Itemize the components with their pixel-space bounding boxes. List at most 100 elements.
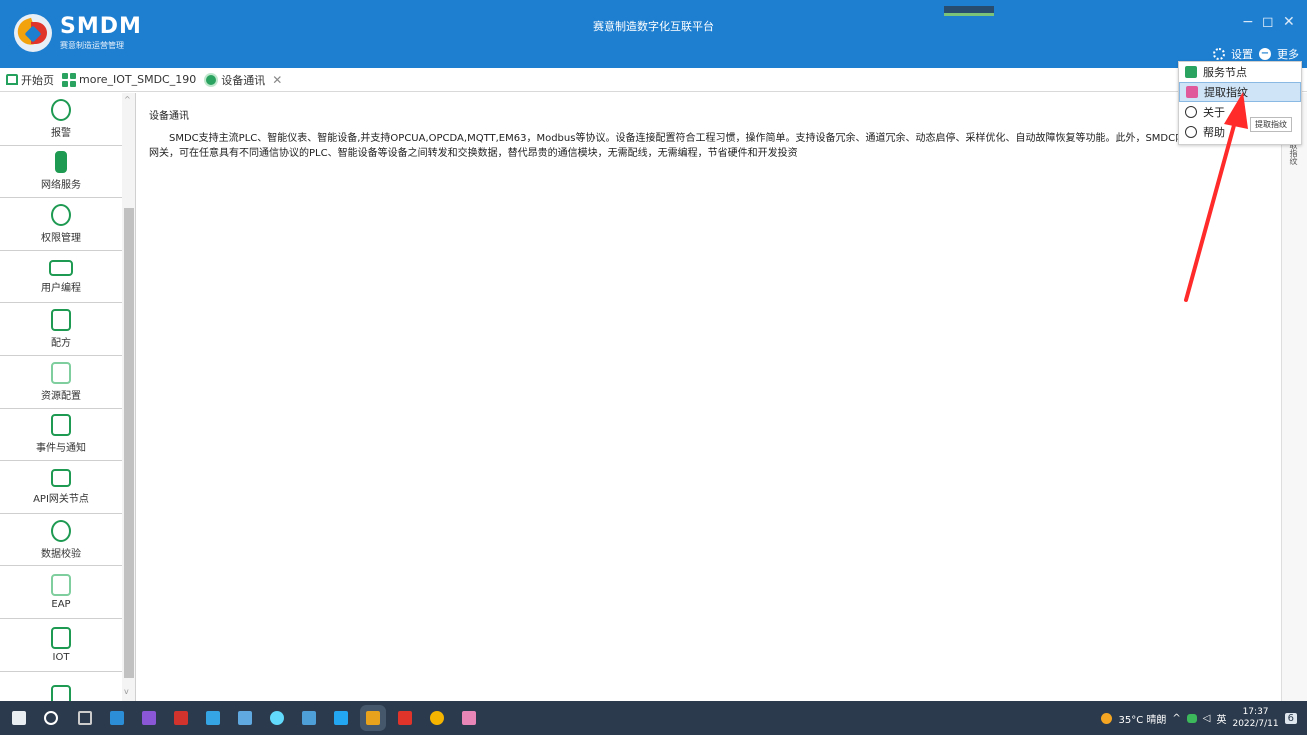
- ime-indicator[interactable]: 英: [1216, 711, 1226, 726]
- settings-button[interactable]: 设置: [1231, 46, 1253, 62]
- wps-icon[interactable]: [174, 711, 188, 725]
- menu-item-fingerprint[interactable]: 提取指纹: [1179, 82, 1301, 102]
- grid-icon: [62, 72, 76, 87]
- clock-date: 2022/7/11: [1232, 719, 1279, 729]
- tab-bar: 开始页 more_IOT_SMDC_190 设备通讯 ✕: [0, 68, 1307, 92]
- vscode-icon[interactable]: [334, 711, 348, 725]
- sidebar-item-resource-config[interactable]: 资源配置: [0, 356, 122, 409]
- recipe-icon: [51, 309, 71, 332]
- task-view-icon[interactable]: [78, 711, 92, 725]
- tab-device-comm[interactable]: 设备通讯 ✕: [204, 72, 282, 88]
- eap-icon: [51, 574, 71, 597]
- app-icon[interactable]: [398, 711, 412, 725]
- volume-icon[interactable]: ◁: [1203, 713, 1211, 724]
- menu-item-service-node[interactable]: 服务节点: [1179, 62, 1301, 82]
- sidebar-item-iot[interactable]: IOT: [0, 619, 122, 672]
- sidebar-item-api-gateway[interactable]: API网关节点: [0, 461, 122, 514]
- sidebar-item-robot[interactable]: [0, 672, 122, 701]
- home-icon: [6, 74, 18, 85]
- tab-start-page[interactable]: 开始页: [6, 72, 54, 88]
- logo-subtitle: 赛意制造运营管理: [60, 40, 124, 50]
- file-explorer-icon[interactable]: [110, 711, 124, 725]
- weather-icon: [1101, 712, 1113, 724]
- sidebar-item-label: EAP: [51, 599, 71, 611]
- close-icon[interactable]: ✕: [272, 73, 282, 87]
- fingerprint-icon: [1186, 86, 1198, 98]
- sidebar-item-label: IOT: [52, 651, 70, 663]
- sidebar-item-label: 网络服务: [41, 180, 81, 192]
- smdm-icon[interactable]: [366, 711, 380, 725]
- app-icon[interactable]: [462, 711, 476, 725]
- sidebar-item-label: 配方: [51, 338, 71, 350]
- robot-icon: [51, 685, 71, 701]
- tab-label: 设备通讯: [221, 73, 266, 87]
- tab-more-iot[interactable]: more_IOT_SMDC_190: [62, 72, 197, 87]
- menu-item-label: 关于: [1203, 106, 1225, 119]
- menu-item-label: 提取指纹: [1204, 86, 1248, 99]
- gear-icon[interactable]: [1213, 48, 1225, 60]
- settings-area: 设置 − 更多: [1213, 46, 1299, 62]
- restore-button[interactable]: ◻: [1262, 14, 1274, 30]
- scroll-down-icon[interactable]: v: [124, 687, 129, 696]
- info-icon: [1185, 106, 1197, 118]
- visual-studio-icon[interactable]: [142, 711, 156, 725]
- signal-icon: [204, 72, 219, 87]
- taskbar: 35°C 晴朗 ^ ◁ 英 17:37 2022/7/11 6: [0, 701, 1307, 735]
- sidebar-item-label: 事件与通知: [36, 443, 86, 455]
- sidebar-item-label: 报警: [51, 127, 71, 139]
- scroll-up-icon[interactable]: ^: [124, 95, 131, 104]
- server-node-icon: [1185, 66, 1197, 78]
- sidebar: 报警 网络服务 权限管理 用户编程 配方 资源配置 事件与通知 API网关节点: [0, 93, 136, 701]
- weather-text[interactable]: 35°C 晴朗: [1118, 711, 1166, 726]
- alarm-icon: [51, 98, 71, 121]
- page-description: SMDC支持主流PLC、智能仪表、智能设备,并支持OPCUA,OPCDA,MQT…: [149, 133, 1256, 159]
- more-dropdown-menu: 服务节点 提取指纹 关于 帮助: [1178, 61, 1302, 145]
- clock-time: 17:37: [1242, 707, 1269, 717]
- react-icon[interactable]: [270, 711, 284, 725]
- tab-label: more_IOT_SMDC_190: [79, 73, 197, 86]
- wechat-icon[interactable]: [1186, 713, 1197, 723]
- app-icon[interactable]: [238, 711, 252, 725]
- more-icon[interactable]: −: [1259, 48, 1271, 60]
- sidebar-item-events[interactable]: 事件与通知: [0, 409, 122, 462]
- clock[interactable]: 17:37 2022/7/11: [1232, 706, 1278, 730]
- sidebar-item-recipe[interactable]: 配方: [0, 303, 122, 356]
- sidebar-item-label: 资源配置: [41, 390, 81, 402]
- tooltip: 提取指纹: [1250, 117, 1292, 132]
- scrollbar-thumb[interactable]: [124, 208, 134, 678]
- monitor-icon: [49, 259, 73, 276]
- close-button[interactable]: ✕: [1283, 14, 1295, 30]
- sidebar-item-eap[interactable]: EAP: [0, 566, 122, 619]
- windows-start-icon[interactable]: [12, 711, 26, 725]
- calendar-icon: [51, 361, 71, 384]
- system-tray: 35°C 晴朗 ^ ◁ 英 17:37 2022/7/11 6: [1101, 701, 1297, 735]
- more-button[interactable]: 更多: [1277, 46, 1299, 62]
- menu-item-label: 服务节点: [1203, 66, 1247, 79]
- minimize-button[interactable]: −: [1242, 14, 1254, 30]
- sidebar-item-alarm[interactable]: 报警: [0, 93, 122, 146]
- sidebar-item-label: 权限管理: [41, 232, 81, 244]
- iot-icon: [51, 626, 71, 649]
- tab-label: 开始页: [21, 73, 54, 87]
- sidebar-item-network-service[interactable]: 网络服务: [0, 146, 122, 199]
- chrome-icon[interactable]: [430, 711, 444, 725]
- users-icon: [51, 203, 71, 226]
- app-icon[interactable]: [302, 711, 316, 725]
- sidebar-item-label: 用户编程: [41, 282, 81, 294]
- sidebar-item-label: 数据校验: [41, 548, 81, 560]
- search-icon[interactable]: [44, 711, 58, 725]
- notification-count[interactable]: 6: [1284, 712, 1297, 724]
- title-bar: SMDM 赛意制造运营管理 赛意制造数字化互联平台 − ◻ ✕ 设置 − 更多: [0, 0, 1307, 68]
- window-title: 赛意制造数字化互联平台: [593, 20, 714, 33]
- store-icon[interactable]: [206, 711, 220, 725]
- event-icon: [51, 414, 71, 437]
- sidebar-item-data-check[interactable]: 数据校验: [0, 514, 122, 567]
- sidebar-item-permissions[interactable]: 权限管理: [0, 198, 122, 251]
- network-service-icon: [55, 151, 67, 174]
- sidebar-item-user-programming[interactable]: 用户编程: [0, 251, 122, 304]
- right-panel-strip[interactable]: 提取指纹: [1281, 93, 1307, 701]
- sidebar-scrollbar[interactable]: ^ v: [122, 93, 135, 701]
- sidebar-item-label: API网关节点: [33, 493, 89, 505]
- gateway-icon: [51, 468, 71, 487]
- chevron-up-icon[interactable]: ^: [1172, 713, 1180, 724]
